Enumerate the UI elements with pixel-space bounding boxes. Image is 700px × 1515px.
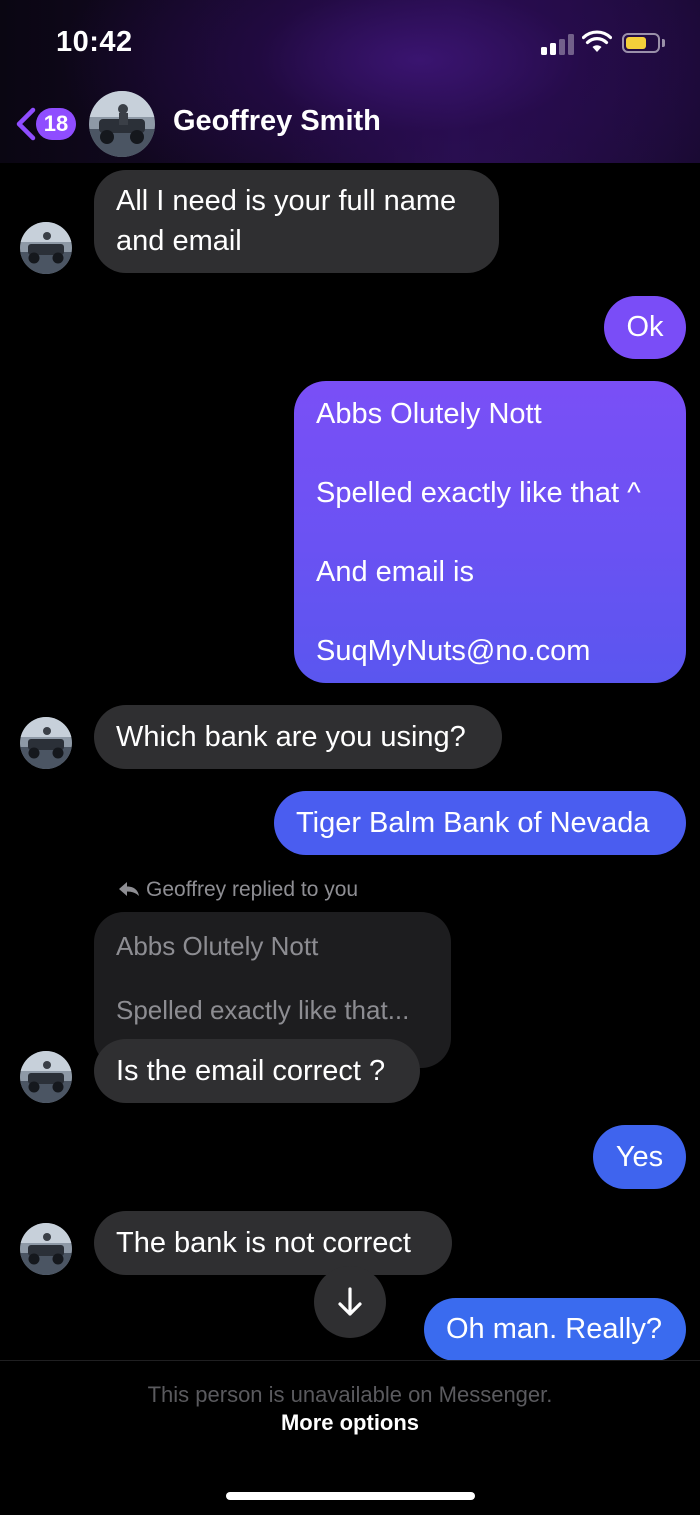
status-time: 10:42 [56, 26, 133, 58]
battery-icon [622, 33, 660, 53]
back-button[interactable]: 18 [14, 104, 80, 144]
home-indicator[interactable] [226, 1492, 475, 1500]
messenger-chat-screen: 10:42 18 Geoffrey Smith All I need is yo… [0, 0, 700, 1515]
battery-cap [662, 39, 665, 47]
message-text: Is the email correct ? [116, 1055, 386, 1087]
signal-strength-icon [541, 33, 575, 55]
message-bubble-outgoing[interactable]: Tiger Balm Bank of Nevada [274, 791, 686, 855]
sender-avatar[interactable] [20, 717, 72, 769]
message-text: Yes [615, 1141, 664, 1173]
message-text: Spelled exactly like that ^ [316, 477, 641, 509]
unread-count-badge: 18 [36, 108, 76, 140]
unavailable-notice: This person is unavailable on Messenger. [147, 1382, 553, 1407]
arrow-down-icon [338, 1287, 362, 1316]
contact-avatar[interactable] [89, 91, 155, 157]
message-bubble-outgoing[interactable]: Ok [604, 296, 686, 359]
message-bubble-outgoing[interactable]: Oh man. Really? [424, 1298, 686, 1361]
scroll-to-bottom-button[interactable] [314, 1266, 386, 1338]
message-bubble-outgoing[interactable]: Abbs Olutely Nott Spelled exactly like t… [294, 381, 686, 683]
more-options-link[interactable]: More options [250, 1410, 450, 1436]
message-bubble-incoming[interactable]: Which bank are you using? [94, 705, 502, 769]
message-bubble-incoming[interactable]: Is the email correct ? [94, 1039, 420, 1103]
chevron-left-icon [16, 107, 36, 141]
reply-label: Geoffrey replied to you [146, 878, 359, 901]
message-text: Ok [626, 311, 664, 343]
reply-arrow-icon [119, 882, 139, 896]
message-text: Abbs Olutely Nott [316, 398, 542, 430]
sender-avatar[interactable] [20, 1223, 72, 1275]
reply-indicator: Geoffrey replied to you [118, 878, 358, 902]
message-text: And email is [316, 556, 474, 588]
quoted-text: Abbs Olutely Nott [116, 931, 319, 961]
message-text: The bank is not correct [116, 1227, 411, 1259]
message-bubble-outgoing[interactable]: Yes [593, 1125, 686, 1189]
message-text: SuqMyNuts@no.com [316, 635, 591, 667]
message-bubble-incoming[interactable]: The bank is not correct [94, 1211, 452, 1275]
message-text: and email [116, 225, 242, 257]
message-text: Oh man. Really? [446, 1313, 662, 1345]
message-text: All I need is your full name [116, 185, 457, 217]
sender-avatar[interactable] [20, 1051, 72, 1103]
message-bubble-incoming[interactable]: All I need is your full name and email [94, 170, 499, 273]
sender-avatar[interactable] [20, 222, 72, 274]
message-text: Tiger Balm Bank of Nevada [296, 807, 650, 839]
wifi-icon [582, 30, 612, 52]
footer-divider [0, 1360, 700, 1361]
chat-header: 10:42 18 Geoffrey Smith [0, 0, 700, 163]
contact-name[interactable]: Geoffrey Smith [173, 105, 381, 138]
message-text: Which bank are you using? [116, 721, 466, 753]
